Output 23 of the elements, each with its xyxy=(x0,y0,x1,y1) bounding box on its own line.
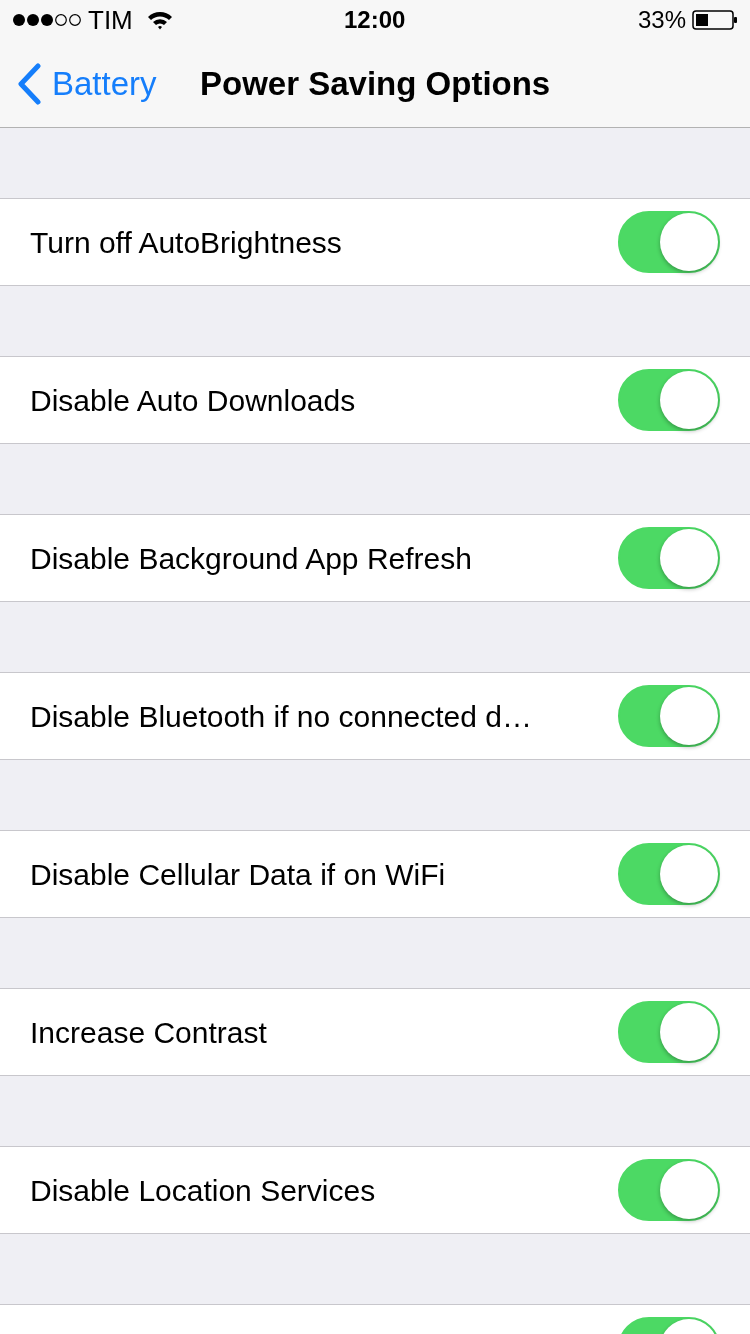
toggle-switch[interactable] xyxy=(618,1001,720,1063)
toggle-switch[interactable] xyxy=(618,843,720,905)
back-button[interactable]: Battery xyxy=(16,58,157,109)
setting-label: Disable Location Services xyxy=(30,1172,377,1209)
status-time: 12:00 xyxy=(344,5,406,35)
signal-icon xyxy=(12,13,84,27)
back-chevron-icon xyxy=(16,62,42,105)
toggle-switch[interactable] xyxy=(618,369,720,431)
battery-percent: 33% xyxy=(637,5,686,35)
toggle-switch[interactable] xyxy=(618,1159,720,1221)
setting-label: Disable Background App Refresh xyxy=(30,540,473,577)
toggle-switch[interactable] xyxy=(618,527,720,589)
battery-icon xyxy=(692,10,738,30)
carrier-name: TIM xyxy=(88,3,133,37)
nav-title: Power Saving Options xyxy=(200,63,551,104)
toggle-switch[interactable] xyxy=(618,685,720,747)
setting-label: Turn off AutoBrightness xyxy=(30,224,343,261)
setting-label: Disable Auto Downloads xyxy=(30,382,357,419)
setting-label: Increase Contrast xyxy=(30,1014,268,1051)
toggle-switch[interactable] xyxy=(618,211,720,273)
wifi-icon xyxy=(146,10,173,30)
setting-label: Disable Cellular Data if on WiFi xyxy=(30,856,447,893)
setting-label: Disable Bluetooth if no connected d… xyxy=(30,698,533,735)
